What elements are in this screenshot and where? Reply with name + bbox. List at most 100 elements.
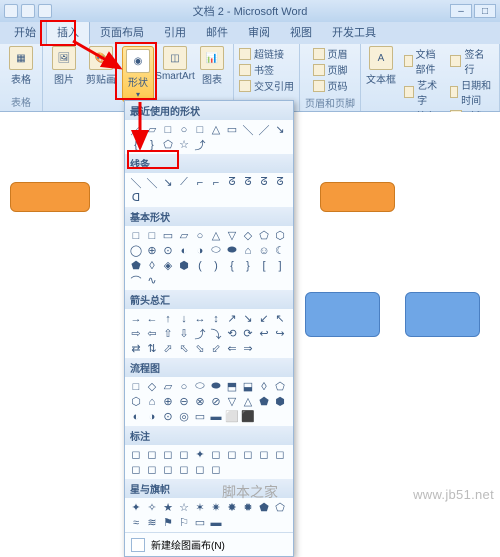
shape-callouts-1[interactable]: ◻ — [144, 447, 160, 462]
shape-basic-25[interactable]: ) — [208, 258, 224, 273]
shape-basic-13[interactable]: ◐ — [176, 243, 192, 258]
shape-stars-10[interactable]: ≈ — [128, 515, 144, 530]
datetime-button[interactable]: 日期和时间 — [450, 77, 494, 107]
shape-basic-18[interactable]: ☺ — [256, 243, 272, 258]
shape-basic-9[interactable]: ⬡ — [272, 228, 288, 243]
shape-flow-3[interactable]: ○ — [176, 379, 192, 394]
shape-basic-3[interactable]: ▱ — [176, 228, 192, 243]
shape-callouts-2[interactable]: ◻ — [160, 447, 176, 462]
shape-arrows-25[interactable]: ⬃ — [208, 341, 224, 356]
shape-basic-1[interactable]: □ — [144, 228, 160, 243]
tab-developer[interactable]: 开发工具 — [322, 21, 386, 44]
shape-flow-12[interactable]: ⊕ — [160, 394, 176, 409]
shape-lines-6[interactable]: ᘔ — [224, 175, 240, 190]
shape-callouts-3[interactable]: ◻ — [176, 447, 192, 462]
shape-basic-24[interactable]: ( — [192, 258, 208, 273]
shape-callouts-10[interactable]: ◻ — [128, 462, 144, 477]
shape-arrows-3[interactable]: ↓ — [176, 311, 192, 326]
shape-flow-17[interactable]: △ — [240, 394, 256, 409]
shape-lines-4[interactable]: ⌐ — [192, 175, 208, 190]
shape-flow-18[interactable]: ⬟ — [256, 394, 272, 409]
shape-stars-2[interactable]: ★ — [160, 500, 176, 515]
shape-flow-7[interactable]: ⬓ — [240, 379, 256, 394]
signature-button[interactable]: 签名行 — [450, 46, 494, 76]
shape-basic-30[interactable]: ⌒ — [128, 273, 144, 288]
shape-stars-12[interactable]: ⚑ — [160, 515, 176, 530]
pagenum-button[interactable]: 页码 — [313, 78, 348, 93]
shape-arrows-9[interactable]: ↖ — [272, 311, 288, 326]
shape-arrows-12[interactable]: ⇧ — [160, 326, 176, 341]
shape-callouts-4[interactable]: ✦ — [192, 447, 208, 462]
hyperlink-button[interactable]: 超链接 — [239, 46, 294, 61]
minimize-button[interactable]: – — [450, 4, 472, 18]
shape-arrows-1[interactable]: ← — [144, 311, 160, 326]
shape-stars-9[interactable]: ⬠ — [272, 500, 288, 515]
shape-basic-4[interactable]: ○ — [192, 228, 208, 243]
shape-flow-5[interactable]: ⬬ — [208, 379, 224, 394]
shape-flow-22[interactable]: ⊙ — [160, 409, 176, 424]
shape-stars-6[interactable]: ✸ — [224, 500, 240, 515]
shape-basic-23[interactable]: ⬢ — [176, 258, 192, 273]
shape-lines-8[interactable]: ᘔ — [256, 175, 272, 190]
tab-page-layout[interactable]: 页面布局 — [90, 21, 154, 44]
shape-recent-4[interactable]: □ — [192, 122, 208, 137]
shape-recent-8[interactable]: ／ — [256, 122, 272, 137]
shape-arrows-5[interactable]: ↕ — [208, 311, 224, 326]
shape-flow-20[interactable]: ◐ — [128, 409, 144, 424]
shape-basic-22[interactable]: ◈ — [160, 258, 176, 273]
shape-basic-28[interactable]: [ — [256, 258, 272, 273]
shape-recent-12[interactable]: ⬠ — [160, 137, 176, 152]
shape-stars-4[interactable]: ✶ — [192, 500, 208, 515]
shape-stars-1[interactable]: ✧ — [144, 500, 160, 515]
tab-references[interactable]: 引用 — [154, 21, 196, 44]
shape-lines-0[interactable]: ＼ — [128, 175, 144, 190]
shape-stars-5[interactable]: ✷ — [208, 500, 224, 515]
shape-basic-2[interactable]: ▭ — [160, 228, 176, 243]
shape-flow-9[interactable]: ⬠ — [272, 379, 288, 394]
shape-arrows-26[interactable]: ⇐ — [224, 341, 240, 356]
shape-arrows-18[interactable]: ↩ — [256, 326, 272, 341]
clipart-button[interactable]: 🎨剪贴画 — [85, 46, 117, 102]
crossref-button[interactable]: 交叉引用 — [239, 78, 294, 93]
shape-basic-15[interactable]: ⬭ — [208, 243, 224, 258]
shape-recent-7[interactable]: ＼ — [240, 122, 256, 137]
shape-basic-0[interactable]: □ — [128, 228, 144, 243]
shape-arrows-22[interactable]: ⬀ — [160, 341, 176, 356]
undo-icon[interactable] — [21, 4, 35, 18]
tab-review[interactable]: 审阅 — [238, 21, 280, 44]
tab-view[interactable]: 视图 — [280, 21, 322, 44]
shape-basic-21[interactable]: ◊ — [144, 258, 160, 273]
shape-arrows-2[interactable]: ↑ — [160, 311, 176, 326]
shape-flow-2[interactable]: ▱ — [160, 379, 176, 394]
shape-basic-5[interactable]: △ — [208, 228, 224, 243]
shape-flow-23[interactable]: ◎ — [176, 409, 192, 424]
shape-recent-13[interactable]: ☆ — [176, 137, 192, 152]
shape-flow-11[interactable]: ⌂ — [144, 394, 160, 409]
shape-stars-3[interactable]: ☆ — [176, 500, 192, 515]
shape-arrows-8[interactable]: ↙ — [256, 311, 272, 326]
shape-lines-5[interactable]: ⌐ — [208, 175, 224, 190]
shape-flow-14[interactable]: ⊗ — [192, 394, 208, 409]
shape-callouts-13[interactable]: ◻ — [176, 462, 192, 477]
shape-flow-1[interactable]: ◇ — [144, 379, 160, 394]
shape-basic-10[interactable]: ◯ — [128, 243, 144, 258]
shape-basic-7[interactable]: ◇ — [240, 228, 256, 243]
shape-basic-17[interactable]: ⌂ — [240, 243, 256, 258]
shape-flow-19[interactable]: ⬢ — [272, 394, 288, 409]
footer-button[interactable]: 页脚 — [313, 62, 348, 77]
shape-stars-7[interactable]: ✹ — [240, 500, 256, 515]
shape-flow-16[interactable]: ▽ — [224, 394, 240, 409]
redo-icon[interactable] — [38, 4, 52, 18]
shape-arrows-21[interactable]: ⇅ — [144, 341, 160, 356]
shape-arrows-24[interactable]: ⬂ — [192, 341, 208, 356]
shape-callouts-12[interactable]: ◻ — [160, 462, 176, 477]
shape-basic-20[interactable]: ⬟ — [128, 258, 144, 273]
shape-recent-10[interactable]: { — [128, 137, 144, 152]
shape-stars-8[interactable]: ⬟ — [256, 500, 272, 515]
shapes-button[interactable]: ◉形状▾ — [122, 46, 154, 102]
shape-recent-11[interactable]: } — [144, 137, 160, 152]
picture-button[interactable]: 🖼图片 — [48, 46, 80, 102]
shape-recent-3[interactable]: ○ — [176, 122, 192, 137]
shape-arrows-19[interactable]: ↪ — [272, 326, 288, 341]
shape-blue-2[interactable] — [405, 292, 480, 337]
